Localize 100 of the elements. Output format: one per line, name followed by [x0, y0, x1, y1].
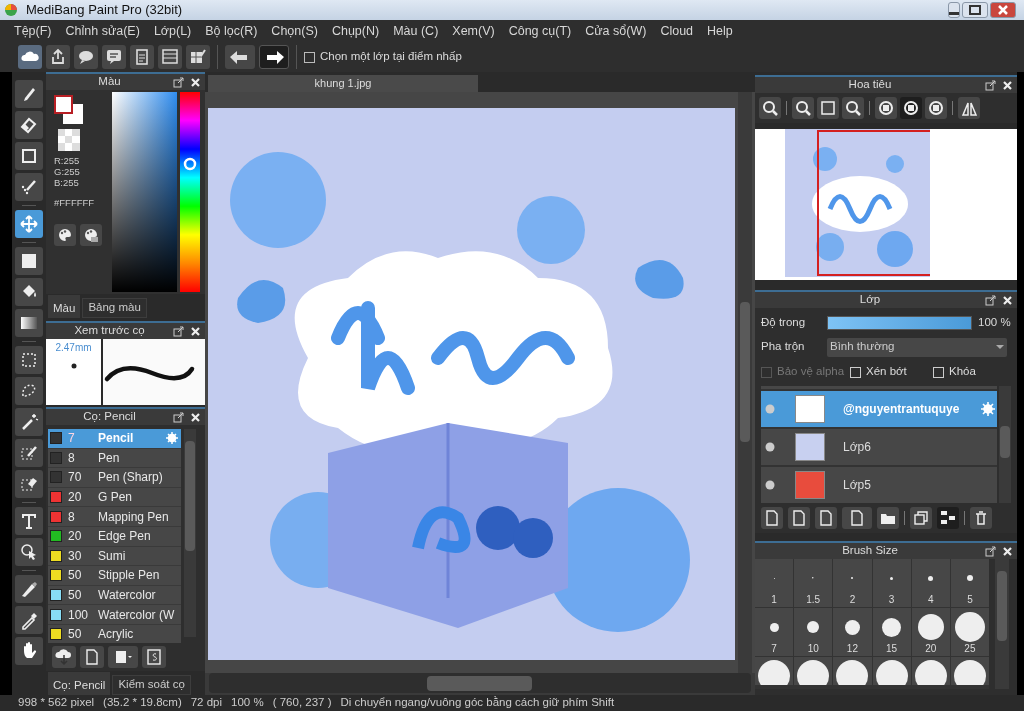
add-layer-menu-button[interactable] — [842, 507, 872, 529]
speech-bubble-button[interactable] — [74, 45, 98, 69]
menu-item[interactable]: Lớp(L) — [153, 21, 192, 41]
fill-tool-button[interactable] — [15, 247, 43, 275]
scrollbar[interactable] — [184, 429, 196, 637]
hand-tool-button[interactable] — [15, 637, 43, 665]
hue-slider[interactable] — [180, 92, 200, 292]
brush-size-cell[interactable]: 4 — [911, 559, 950, 607]
cloud-download-button[interactable] — [52, 646, 76, 668]
brush-list-item[interactable]: 20 Edge Pen — [48, 526, 181, 547]
brush-size-cell[interactable]: 20 — [911, 608, 950, 656]
palette-edit-button[interactable] — [80, 224, 102, 247]
brush-size-cell[interactable]: 12 — [833, 608, 872, 656]
new-layer-button[interactable] — [761, 507, 783, 529]
panel-tab[interactable]: Bảng màu — [82, 298, 147, 318]
eraser-tool-button[interactable] — [15, 111, 43, 139]
checkbox[interactable] — [304, 51, 315, 63]
checkbox[interactable] — [850, 366, 861, 378]
new-brush-button[interactable] — [80, 646, 104, 668]
brush-size-cell[interactable]: 1.5 — [794, 559, 833, 607]
opacity-slider[interactable] — [827, 316, 972, 330]
layer-scrollbar[interactable] — [999, 386, 1011, 503]
color-gradient-square[interactable] — [112, 92, 177, 292]
dotline-tool-button[interactable] — [15, 173, 43, 201]
select-tool-button[interactable] — [15, 346, 43, 374]
panel-tab[interactable]: Cọ: Pencil — [48, 672, 111, 695]
checkbox[interactable] — [933, 366, 944, 378]
minimize-button[interactable] — [948, 2, 960, 18]
delete-layer-button[interactable] — [970, 507, 992, 529]
menu-item[interactable]: Chụp(N) — [331, 21, 380, 41]
gradient-tool-button[interactable] — [15, 309, 43, 337]
brush-list-item[interactable]: 50 Watercolor — [48, 585, 181, 606]
brush-size-scrollbar[interactable] — [995, 559, 1009, 689]
selerase-tool-button[interactable] — [15, 470, 43, 498]
dropper-tool-button[interactable] — [15, 606, 43, 634]
brush-size-cell[interactable]: 1 — [755, 559, 794, 607]
menu-item[interactable]: Tệp(F) — [14, 21, 52, 41]
brush-size-cell[interactable] — [950, 657, 989, 685]
brush-list-item[interactable]: 70 Pen (Sharp) — [48, 468, 181, 488]
zoom-reset-button[interactable] — [759, 97, 781, 119]
brush-list-item[interactable]: 50 Stipple Pen — [48, 566, 181, 586]
horizontal-scrollbar[interactable] — [209, 673, 751, 693]
shape-tool-button[interactable] — [15, 142, 43, 170]
brush-list-item[interactable]: 30 Sumi — [48, 546, 181, 567]
undo-button[interactable] — [225, 45, 255, 69]
merge-layer-button[interactable] — [937, 507, 959, 529]
brush-size-cell[interactable]: 25 — [950, 608, 989, 656]
brush-size-cell[interactable] — [794, 657, 833, 685]
panel-tab[interactable]: Kiểm soát cọ — [112, 675, 191, 695]
hue-handle[interactable] — [183, 157, 197, 171]
brush-list-item[interactable]: 100 Watercolor (W — [48, 605, 181, 625]
blade-tool-button[interactable] — [15, 575, 43, 603]
brush-size-cell[interactable]: 5 — [950, 559, 989, 607]
bucket-tool-button[interactable] — [15, 278, 43, 306]
menu-item[interactable]: Bộ lọc(R) — [205, 21, 258, 41]
text-tool-button[interactable] — [15, 507, 43, 535]
folder-button[interactable] — [877, 507, 899, 529]
selpen-tool-button[interactable] — [15, 439, 43, 467]
brush-size-cell[interactable] — [755, 657, 794, 685]
menu-item[interactable]: Màu (C) — [393, 21, 439, 41]
menu-item[interactable]: Cloud — [660, 21, 694, 41]
brush-size-cell[interactable] — [911, 657, 950, 685]
redo-button[interactable] — [259, 45, 289, 69]
brush-menu-button[interactable] — [108, 646, 138, 668]
list-button[interactable] — [158, 45, 182, 69]
share-button[interactable] — [46, 45, 70, 69]
brush-size-cell[interactable]: 7 — [755, 608, 794, 656]
vertical-scrollbar[interactable] — [738, 92, 752, 673]
zoom-in-button[interactable] — [792, 97, 814, 119]
document-button[interactable] — [130, 45, 154, 69]
blend-mode-dropdown[interactable]: Bình thường — [827, 337, 1007, 357]
comment-button[interactable] — [102, 45, 126, 69]
maximize-button[interactable] — [962, 2, 988, 18]
menu-item[interactable]: Chọn(S) — [271, 21, 318, 41]
brush-list-item[interactable]: 8 Mapping Pen — [48, 507, 181, 527]
brush-size-cell[interactable] — [872, 657, 911, 685]
menu-item[interactable]: Chỉnh sửa(E) — [65, 21, 140, 41]
color-swatches[interactable] — [54, 95, 84, 125]
duplicate-layer-button[interactable] — [910, 507, 932, 529]
flip-button[interactable] — [958, 97, 980, 119]
lasso-tool-button[interactable] — [15, 377, 43, 405]
menu-item[interactable]: Cửa sổ(W) — [585, 21, 647, 41]
brush-list-item[interactable]: 20 G Pen — [48, 487, 181, 508]
wand-tool-button[interactable] — [15, 408, 43, 436]
brush-tool-button[interactable] — [15, 80, 43, 108]
zoom-out-button[interactable] — [842, 97, 864, 119]
cloud-button[interactable] — [18, 45, 42, 69]
menu-item[interactable]: Xem(V) — [452, 21, 495, 41]
close-button[interactable] — [990, 2, 1016, 18]
pointer-tool-button[interactable] — [15, 538, 43, 566]
menu-item[interactable]: Công cụ(T) — [508, 21, 572, 41]
palette-button[interactable] — [54, 224, 76, 247]
brush-size-cell[interactable]: 15 — [872, 608, 911, 656]
brush-list-item[interactable]: 8 Pen — [48, 448, 181, 469]
document-tab[interactable]: khung 1.jpg — [208, 75, 478, 92]
brush-size-cell[interactable]: 2 — [833, 559, 872, 607]
brush-size-cell[interactable]: 10 — [794, 608, 833, 656]
fit-button[interactable] — [817, 97, 839, 119]
grid-edit-button[interactable] — [186, 45, 210, 69]
move-tool-button[interactable] — [15, 210, 43, 238]
